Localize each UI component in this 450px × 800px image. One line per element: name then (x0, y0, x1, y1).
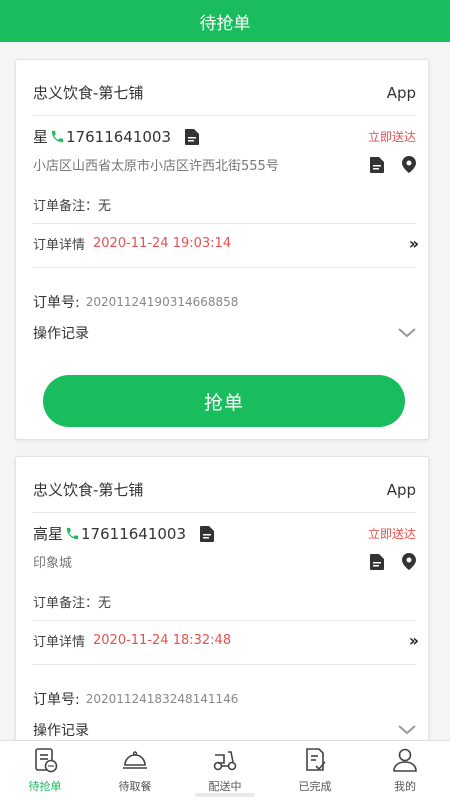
double-chevron-right-icon[interactable]: ›› (409, 234, 419, 253)
order-card: 忠义饮食-第七铺 App 高星 17611641003 立即送达 印象城 订单备… (15, 456, 429, 740)
tab-profile[interactable]: 我的 (360, 741, 450, 800)
operation-log-label: 操作记录 (33, 326, 89, 342)
document-icon[interactable] (370, 553, 384, 570)
delivery-address: 印象城 (33, 556, 73, 571)
note-row: 订单备注：无 (33, 195, 416, 214)
tab-label: 配送中 (208, 780, 242, 793)
order-source: App (386, 83, 416, 102)
food-cloche-icon (123, 751, 147, 769)
customer-info: 高星 17611641003 (33, 523, 214, 544)
tab-label: 待取餐 (118, 780, 152, 793)
tab-completed[interactable]: 已完成 (270, 741, 360, 800)
order-number: 20201124183248141146 (85, 692, 239, 706)
customer-row: 星 17611641003 立即送达 (33, 126, 416, 147)
order-detail-label: 订单详情 (33, 635, 86, 650)
order-number-label: 订单号: (33, 295, 80, 311)
divider (33, 267, 416, 268)
chevron-down-icon[interactable] (398, 328, 416, 338)
detail-row[interactable]: 订单详情 2020-11-24 19:03:14 ›› (33, 234, 419, 253)
order-number-row: 订单号: 20201124190314668858 (33, 292, 416, 312)
pending-orders-icon (35, 748, 58, 773)
document-icon[interactable] (370, 156, 384, 173)
card-header: 忠义饮食-第七铺 App (33, 479, 416, 500)
order-note: 订单备注：无 (33, 596, 112, 611)
operation-log-row[interactable]: 操作记录 (33, 323, 416, 343)
order-number-label: 订单号: (33, 692, 80, 708)
divider (33, 115, 416, 116)
order-number: 20201124190314668858 (85, 295, 239, 309)
bottom-tab-bar: 待抢单 待取餐 配送中 已完成 我的 (0, 740, 450, 800)
shop-name: 忠义饮食-第七铺 (33, 481, 144, 499)
urgency-badge: 立即送达 (367, 130, 416, 144)
document-icon[interactable] (200, 525, 214, 542)
tab-label: 待抢单 (28, 780, 62, 793)
customer-row: 高星 17611641003 立即送达 (33, 523, 416, 544)
location-pin-icon[interactable] (402, 156, 416, 173)
customer-info: 星 17611641003 (33, 126, 199, 147)
tab-label: 已完成 (298, 780, 332, 793)
user-icon (393, 748, 417, 772)
order-list[interactable]: 忠义饮食-第七铺 App 星 17611641003 立即送达 小店区山西省太原… (0, 42, 450, 740)
operation-log-label: 操作记录 (33, 723, 89, 739)
phone-icon[interactable] (65, 526, 80, 541)
divider (33, 620, 416, 621)
customer-name: 星 (33, 128, 49, 146)
urgency-badge: 立即送达 (367, 527, 416, 541)
completed-doc-icon (306, 748, 326, 771)
shop-name: 忠义饮食-第七铺 (33, 84, 144, 102)
phone-number[interactable]: 17611641003 (81, 525, 186, 543)
location-pin-icon[interactable] (402, 553, 416, 570)
order-number-row: 订单号: 20201124183248141146 (33, 689, 416, 709)
top-bar: 待抢单 (0, 0, 450, 42)
order-time: 2020-11-24 19:03:14 (93, 236, 232, 251)
tab-label: 我的 (394, 780, 416, 793)
home-indicator[interactable] (195, 793, 255, 797)
divider (33, 223, 416, 224)
operation-log-row[interactable]: 操作记录 (33, 720, 416, 740)
card-header: 忠义饮食-第七铺 App (33, 82, 416, 103)
phone-number[interactable]: 17611641003 (66, 128, 171, 146)
scooter-icon (213, 751, 237, 771)
tab-pending-orders[interactable]: 待抢单 (0, 741, 90, 800)
order-note: 订单备注：无 (33, 199, 112, 214)
order-source: App (386, 480, 416, 499)
double-chevron-right-icon[interactable]: ›› (409, 631, 419, 650)
note-row: 订单备注：无 (33, 592, 416, 611)
customer-name: 高星 (33, 525, 64, 543)
order-card: 忠义饮食-第七铺 App 星 17611641003 立即送达 小店区山西省太原… (15, 59, 429, 440)
divider (33, 664, 416, 665)
delivery-address: 小店区山西省太原市小店区许西北街555号 (33, 159, 279, 174)
tab-awaiting-pickup[interactable]: 待取餐 (90, 741, 180, 800)
document-icon[interactable] (185, 128, 199, 145)
address-row: 印象城 (33, 552, 416, 571)
phone-icon[interactable] (50, 129, 65, 144)
chevron-down-icon[interactable] (398, 725, 416, 735)
page-title: 待抢单 (199, 13, 251, 34)
address-row: 小店区山西省太原市小店区许西北街555号 (33, 155, 416, 174)
grab-order-button[interactable]: 抢单 (43, 375, 405, 427)
detail-row[interactable]: 订单详情 2020-11-24 18:32:48 ›› (33, 631, 419, 650)
tab-delivering[interactable]: 配送中 (180, 741, 270, 800)
order-detail-label: 订单详情 (33, 238, 86, 253)
order-time: 2020-11-24 18:32:48 (93, 633, 232, 648)
divider (33, 512, 416, 513)
